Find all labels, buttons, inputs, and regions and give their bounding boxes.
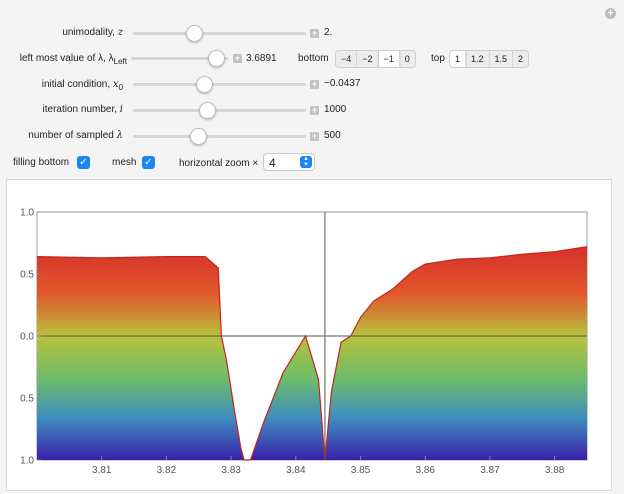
x-tick-label: 3.83 <box>221 465 241 476</box>
x-tick-label: 3.81 <box>92 465 112 476</box>
initial-condition-slider-thumb[interactable] <box>196 76 213 93</box>
y-tick-label: 1.0 <box>20 208 34 219</box>
horizontal-zoom-value: 4 <box>269 156 276 170</box>
unimodality-label: unimodality, z <box>62 27 123 38</box>
top-option[interactable]: 1.5 <box>490 51 514 67</box>
initial-condition-label: initial condition, x0 <box>41 79 123 92</box>
left-lambda-label: left most value of λ, λLeft <box>19 53 127 66</box>
mesh-label: mesh <box>112 157 137 168</box>
initial-condition-value: −0.0437 <box>324 78 361 89</box>
top-option[interactable]: 2 <box>513 51 528 67</box>
sampled-lambda-label: number of sampled λ <box>28 130 123 141</box>
left-lambda-slider-thumb[interactable] <box>208 50 225 67</box>
y-tick-label: 1.0 <box>20 456 34 467</box>
iteration-number-slider-track[interactable] <box>133 109 306 112</box>
iteration-number-expand-icon[interactable]: + <box>310 106 319 115</box>
unimodality-slider-thumb[interactable] <box>186 25 203 42</box>
x-tick-label: 3.88 <box>545 465 565 476</box>
mesh-checkbox[interactable]: ✓ <box>142 156 155 169</box>
x-tick-label: 3.86 <box>416 465 436 476</box>
bottom-option[interactable]: 0 <box>400 51 415 67</box>
chevron-up-down-icon: ▴ ▾ <box>300 155 312 168</box>
plus-circle-icon[interactable]: + <box>605 8 616 19</box>
bottom-label: bottom <box>298 53 329 64</box>
initial-condition-expand-icon[interactable]: + <box>310 80 319 89</box>
top-option-selected[interactable]: 1 <box>450 51 467 67</box>
bottom-option-selected[interactable]: −1 <box>378 51 400 67</box>
plot-panel: 3.81 3.82 3.83 3.84 3.85 3.86 3.87 3.88 1.0 0.5 0… <box>6 179 612 491</box>
top-option[interactable]: 1.2 <box>466 51 490 67</box>
left-lambda-expand-icon[interactable]: + <box>233 54 242 63</box>
initial-condition-slider-track[interactable] <box>133 83 306 86</box>
iteration-number-slider-thumb[interactable] <box>199 102 216 119</box>
unimodality-slider-track[interactable] <box>133 32 306 35</box>
bottom-selector[interactable]: −4 −2 −1 0 <box>335 50 416 68</box>
y-tick-label: 0.5 <box>20 394 34 405</box>
sampled-lambda-slider-track[interactable] <box>133 135 306 138</box>
sampled-lambda-slider-thumb[interactable] <box>190 128 207 145</box>
horizontal-zoom-label: horizontal zoom × <box>179 158 259 169</box>
filling-bottom-checkbox[interactable]: ✓ <box>77 156 90 169</box>
y-tick-label: 0.5 <box>20 270 34 281</box>
unimodality-expand-icon[interactable]: + <box>310 29 319 38</box>
bifurcation-chart[interactable]: 3.81 3.82 3.83 3.84 3.85 3.86 3.87 3.88 1.0 0.5 0… <box>7 180 611 490</box>
horizontal-zoom-popup[interactable]: 4 ▴ ▾ <box>263 153 315 171</box>
top-selector[interactable]: 1 1.2 1.5 2 <box>449 50 530 68</box>
x-tick-label: 3.87 <box>480 465 500 476</box>
sampled-lambda-expand-icon[interactable]: + <box>310 132 319 141</box>
left-lambda-value: 3.6891 <box>246 53 277 64</box>
filling-bottom-label: filling bottom <box>13 157 70 168</box>
sampled-lambda-value: 500 <box>324 130 341 141</box>
x-tick-label: 3.82 <box>157 465 177 476</box>
y-tick-label: 0.0 <box>20 332 34 343</box>
iteration-number-label: iteration number, i <box>42 104 123 115</box>
top-label: top <box>431 53 445 64</box>
x-tick-label: 3.84 <box>286 465 306 476</box>
iteration-number-value: 1000 <box>324 104 347 115</box>
bottom-option[interactable]: −2 <box>357 51 379 67</box>
bottom-option[interactable]: −4 <box>336 51 358 67</box>
bifurcation-area <box>37 246 587 460</box>
unimodality-value: 2. <box>324 27 333 38</box>
x-tick-label: 3.85 <box>351 465 371 476</box>
